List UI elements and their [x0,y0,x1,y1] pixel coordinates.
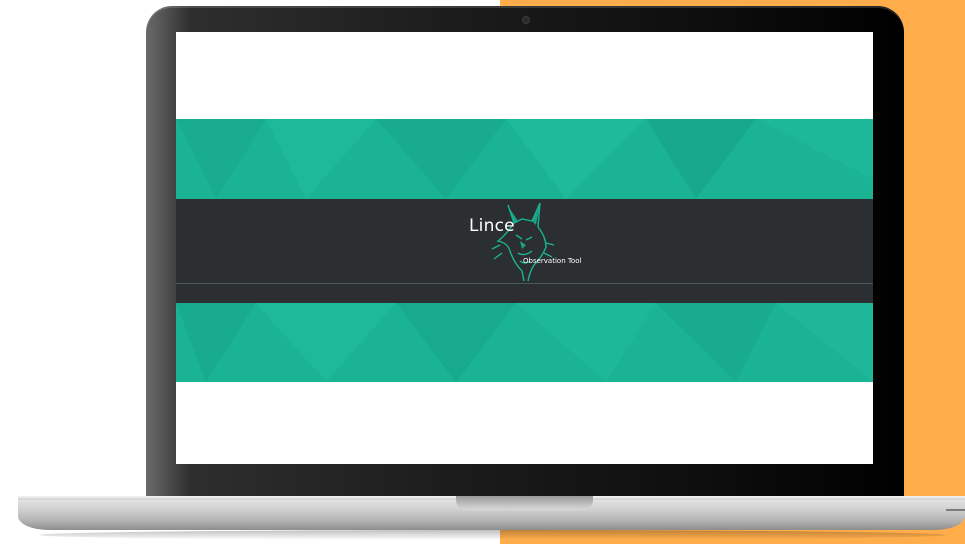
webcam [522,16,530,24]
laptop-opening-notch [456,496,593,510]
laptop-base [18,496,965,530]
laptop-screen: Lince Observation Tool [176,32,873,464]
laptop-shadow [40,530,945,540]
app-subtitle: Observation Tool [523,257,582,265]
laptop-lid: Lince Observation Tool [146,6,904,500]
app-title: Lince [469,216,515,236]
lynx-head-icon [491,202,555,282]
laptop-edge-detail [946,509,965,511]
banner-dark-strip: Lince Observation Tool [176,199,873,303]
lince-banner: Lince Observation Tool [176,119,873,382]
